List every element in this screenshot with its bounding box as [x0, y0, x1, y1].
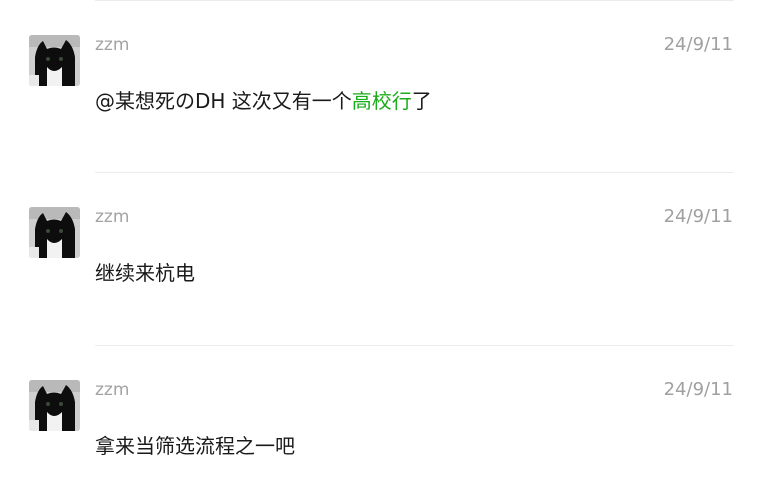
black-cat-avatar-icon[interactable]	[29, 35, 80, 86]
divider	[95, 172, 734, 173]
author-name[interactable]: zzm	[95, 380, 129, 400]
comment-text-part: @某想死のDH 这次又有一个	[95, 89, 352, 113]
topic-link[interactable]: 高校行	[352, 89, 412, 113]
comment-text: @某想死のDH 这次又有一个高校行了	[95, 88, 432, 114]
author-name[interactable]: zzm	[95, 35, 129, 55]
black-cat-avatar-icon[interactable]	[29, 380, 80, 431]
divider	[95, 345, 734, 346]
comment-list: zzm 24/9/11 @某想死のDH 这次又有一个高校行了 zzm 24/9/…	[0, 0, 769, 483]
comment-date: 24/9/11	[663, 379, 733, 400]
comment-item: zzm 24/9/11 继续来杭电	[0, 207, 769, 327]
comment-text-part: 了	[411, 89, 432, 113]
black-cat-avatar-icon[interactable]	[29, 207, 80, 258]
comment-text: 继续来杭电	[95, 260, 195, 286]
comment-date: 24/9/11	[663, 34, 733, 55]
comment-item: zzm 24/9/11 @某想死のDH 这次又有一个高校行了	[0, 35, 769, 155]
comment-date: 24/9/11	[663, 206, 733, 227]
divider	[95, 0, 734, 1]
comment-text: 拿来当筛选流程之一吧	[95, 433, 295, 459]
comment-item: zzm 24/9/11 拿来当筛选流程之一吧	[0, 380, 769, 500]
comment-text-part: 拿来当筛选流程之一吧	[95, 434, 295, 458]
author-name[interactable]: zzm	[95, 207, 129, 227]
comment-text-part: 继续来杭电	[95, 261, 195, 285]
